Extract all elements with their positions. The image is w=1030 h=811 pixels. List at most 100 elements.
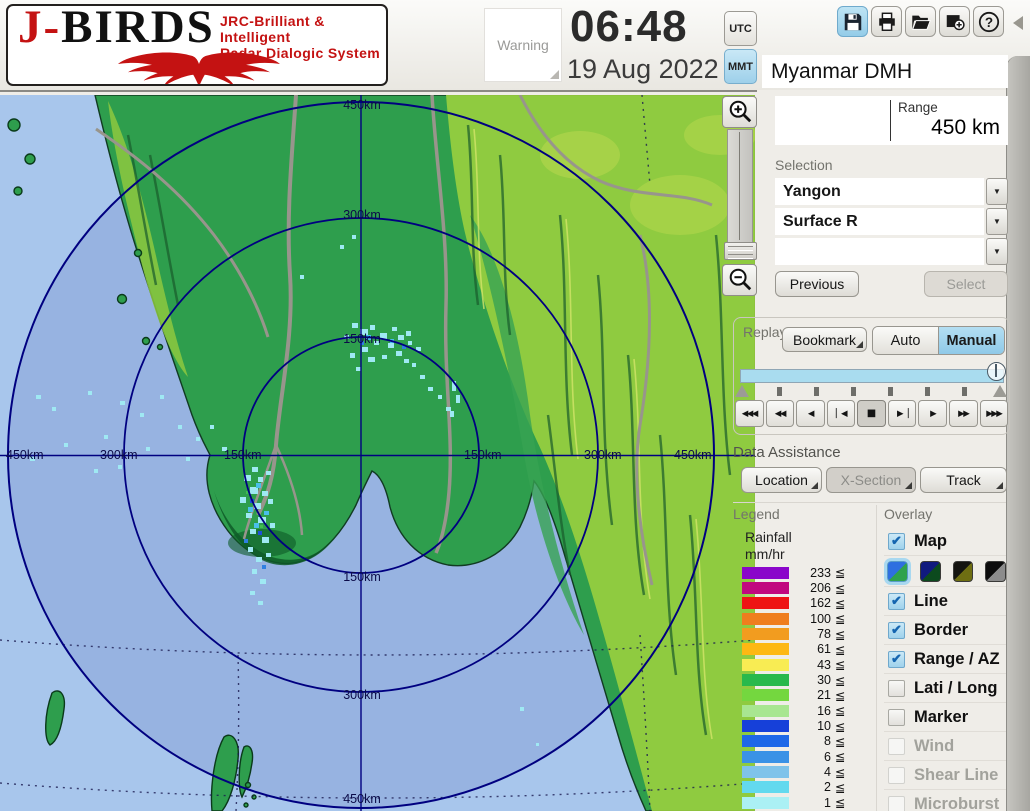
map-style-swatches	[884, 555, 1006, 586]
legend-swatch	[742, 597, 789, 609]
station-dropdown: Yangon ▼	[775, 178, 1008, 205]
legend-entry: 43≦	[742, 657, 858, 672]
legend-title: Rainfall mm/hr	[745, 529, 792, 563]
legend-swatch	[742, 613, 789, 625]
svg-text:450km: 450km	[343, 98, 381, 112]
svg-text:450km: 450km	[343, 792, 381, 806]
forward-button[interactable]: ▶▶	[949, 400, 978, 427]
open-folder-button[interactable]	[905, 6, 936, 37]
timeline-end-marker[interactable]	[993, 385, 1007, 397]
collapse-panel-arrow-icon[interactable]	[1013, 16, 1023, 30]
utc-button[interactable]: UTC	[724, 11, 757, 46]
replay-timeline[interactable]	[740, 369, 1004, 383]
mmt-button[interactable]: MMT	[724, 49, 757, 84]
warning-panel[interactable]: Warning	[484, 8, 562, 82]
legend-entry: 30≦	[742, 672, 858, 687]
marker-checkbox[interactable]	[888, 709, 905, 726]
line-checkbox[interactable]	[888, 593, 905, 610]
legend-swatch	[742, 643, 789, 655]
track-button[interactable]: Track	[920, 467, 1007, 493]
legend-swatch	[742, 720, 789, 732]
play-reverse-button[interactable]: ◀	[796, 400, 825, 427]
range-box: Range 450 km	[775, 96, 1008, 145]
zoom-in-button[interactable]	[722, 96, 757, 128]
panel-edge-strip[interactable]	[1006, 56, 1030, 811]
legend-entry: 8≦	[742, 734, 858, 749]
map-checkbox[interactable]	[888, 533, 905, 550]
print-button[interactable]	[871, 6, 902, 37]
map-style-gray[interactable]	[985, 561, 1006, 582]
station-dropdown-value[interactable]: Yangon	[775, 178, 984, 205]
legend-swatch	[742, 735, 789, 747]
product-dropdown-arrow[interactable]: ▼	[986, 208, 1008, 235]
product-dropdown-value[interactable]: Surface R	[775, 208, 984, 235]
resize-grip-icon[interactable]	[550, 70, 559, 79]
legend-swatch	[742, 628, 789, 640]
fast-forward-button[interactable]: ▶▶▶	[980, 400, 1009, 427]
timeline-handle[interactable]	[987, 362, 1006, 381]
overlay-item-line[interactable]: Line	[884, 586, 1006, 615]
border-checkbox[interactable]	[888, 622, 905, 639]
stop-button[interactable]: ■	[857, 400, 886, 427]
option-dropdown-value[interactable]	[775, 238, 984, 265]
zoom-out-icon	[727, 267, 753, 293]
help-button[interactable]: ?	[973, 6, 1004, 37]
header-divider	[0, 90, 757, 92]
previous-button[interactable]: Previous	[775, 271, 859, 297]
step-back-button[interactable]: ▏◀	[827, 400, 856, 427]
x-section-button[interactable]: X-Section	[826, 467, 916, 493]
svg-text:150km: 150km	[343, 332, 381, 346]
legend-entry: 4≦	[742, 764, 858, 779]
rewind-button[interactable]: ◀◀	[766, 400, 795, 427]
legend-swatch	[742, 674, 789, 686]
product-dropdown: Surface R ▼	[775, 208, 1008, 235]
legend-swatch	[742, 659, 789, 671]
legend-entry: 21≦	[742, 688, 858, 703]
lati-long-checkbox[interactable]	[888, 680, 905, 697]
legend-entry: 10≦	[742, 718, 858, 733]
overlay-item-map[interactable]: Map	[884, 528, 1006, 555]
save-icon	[842, 11, 864, 33]
bookmark-button[interactable]: Bookmark	[782, 327, 867, 352]
station-dropdown-arrow[interactable]: ▼	[986, 178, 1008, 205]
svg-text:300km: 300km	[100, 448, 138, 462]
overlay-item-border[interactable]: Border	[884, 615, 1006, 644]
legend-entry: 16≦	[742, 703, 858, 718]
timeline-start-marker[interactable]	[735, 385, 749, 397]
auto-mode-button[interactable]: Auto	[873, 327, 939, 354]
warning-label: Warning	[497, 37, 549, 53]
location-button[interactable]: Location	[741, 467, 822, 493]
fast-rewind-button[interactable]: ◀◀◀	[735, 400, 764, 427]
microburst-checkbox	[888, 796, 905, 811]
select-button[interactable]: Select	[924, 271, 1008, 297]
overlay-label: Overlay	[884, 506, 932, 522]
map-style-olive[interactable]	[953, 561, 974, 582]
add-image-button[interactable]	[939, 6, 970, 37]
svg-text:300km: 300km	[343, 208, 381, 222]
zoom-slider-handle[interactable]	[724, 242, 757, 260]
legend-swatch	[742, 781, 789, 793]
overlay-item-range-az[interactable]: Range / AZ	[884, 644, 1006, 673]
legend-swatch	[742, 797, 789, 809]
radar-map[interactable]: 450km 300km 150km 150km 300km 450km 450k…	[0, 95, 755, 811]
legend-swatch	[742, 689, 789, 701]
replay-group: Replay Bookmark Auto Manual ◀◀◀ ◀◀ ◀ ▏◀ …	[733, 317, 1010, 435]
timeline-ticks	[734, 385, 1009, 399]
map-style-terrain[interactable]	[887, 561, 908, 582]
replay-mode-switch: Auto Manual	[872, 326, 1005, 355]
column-divider	[876, 505, 877, 811]
overlay-item-wind: Wind	[884, 731, 1006, 760]
clock-time: 06:48	[570, 2, 688, 52]
save-button[interactable]	[837, 6, 868, 37]
zoom-out-button[interactable]	[722, 264, 757, 296]
data-assistance-label: Data Assistance	[733, 444, 841, 461]
step-forward-button[interactable]: ▶▕	[888, 400, 917, 427]
overlay-item-marker[interactable]: Marker	[884, 702, 1006, 731]
range-az-checkbox[interactable]	[888, 651, 905, 668]
map-style-dark[interactable]	[920, 561, 941, 582]
zoom-slider-track[interactable]	[727, 129, 753, 246]
play-button[interactable]: ▶	[918, 400, 947, 427]
manual-mode-button[interactable]: Manual	[939, 327, 1004, 354]
overlay-item-lati-long[interactable]: Lati / Long	[884, 673, 1006, 702]
option-dropdown-arrow[interactable]: ▼	[986, 238, 1008, 265]
